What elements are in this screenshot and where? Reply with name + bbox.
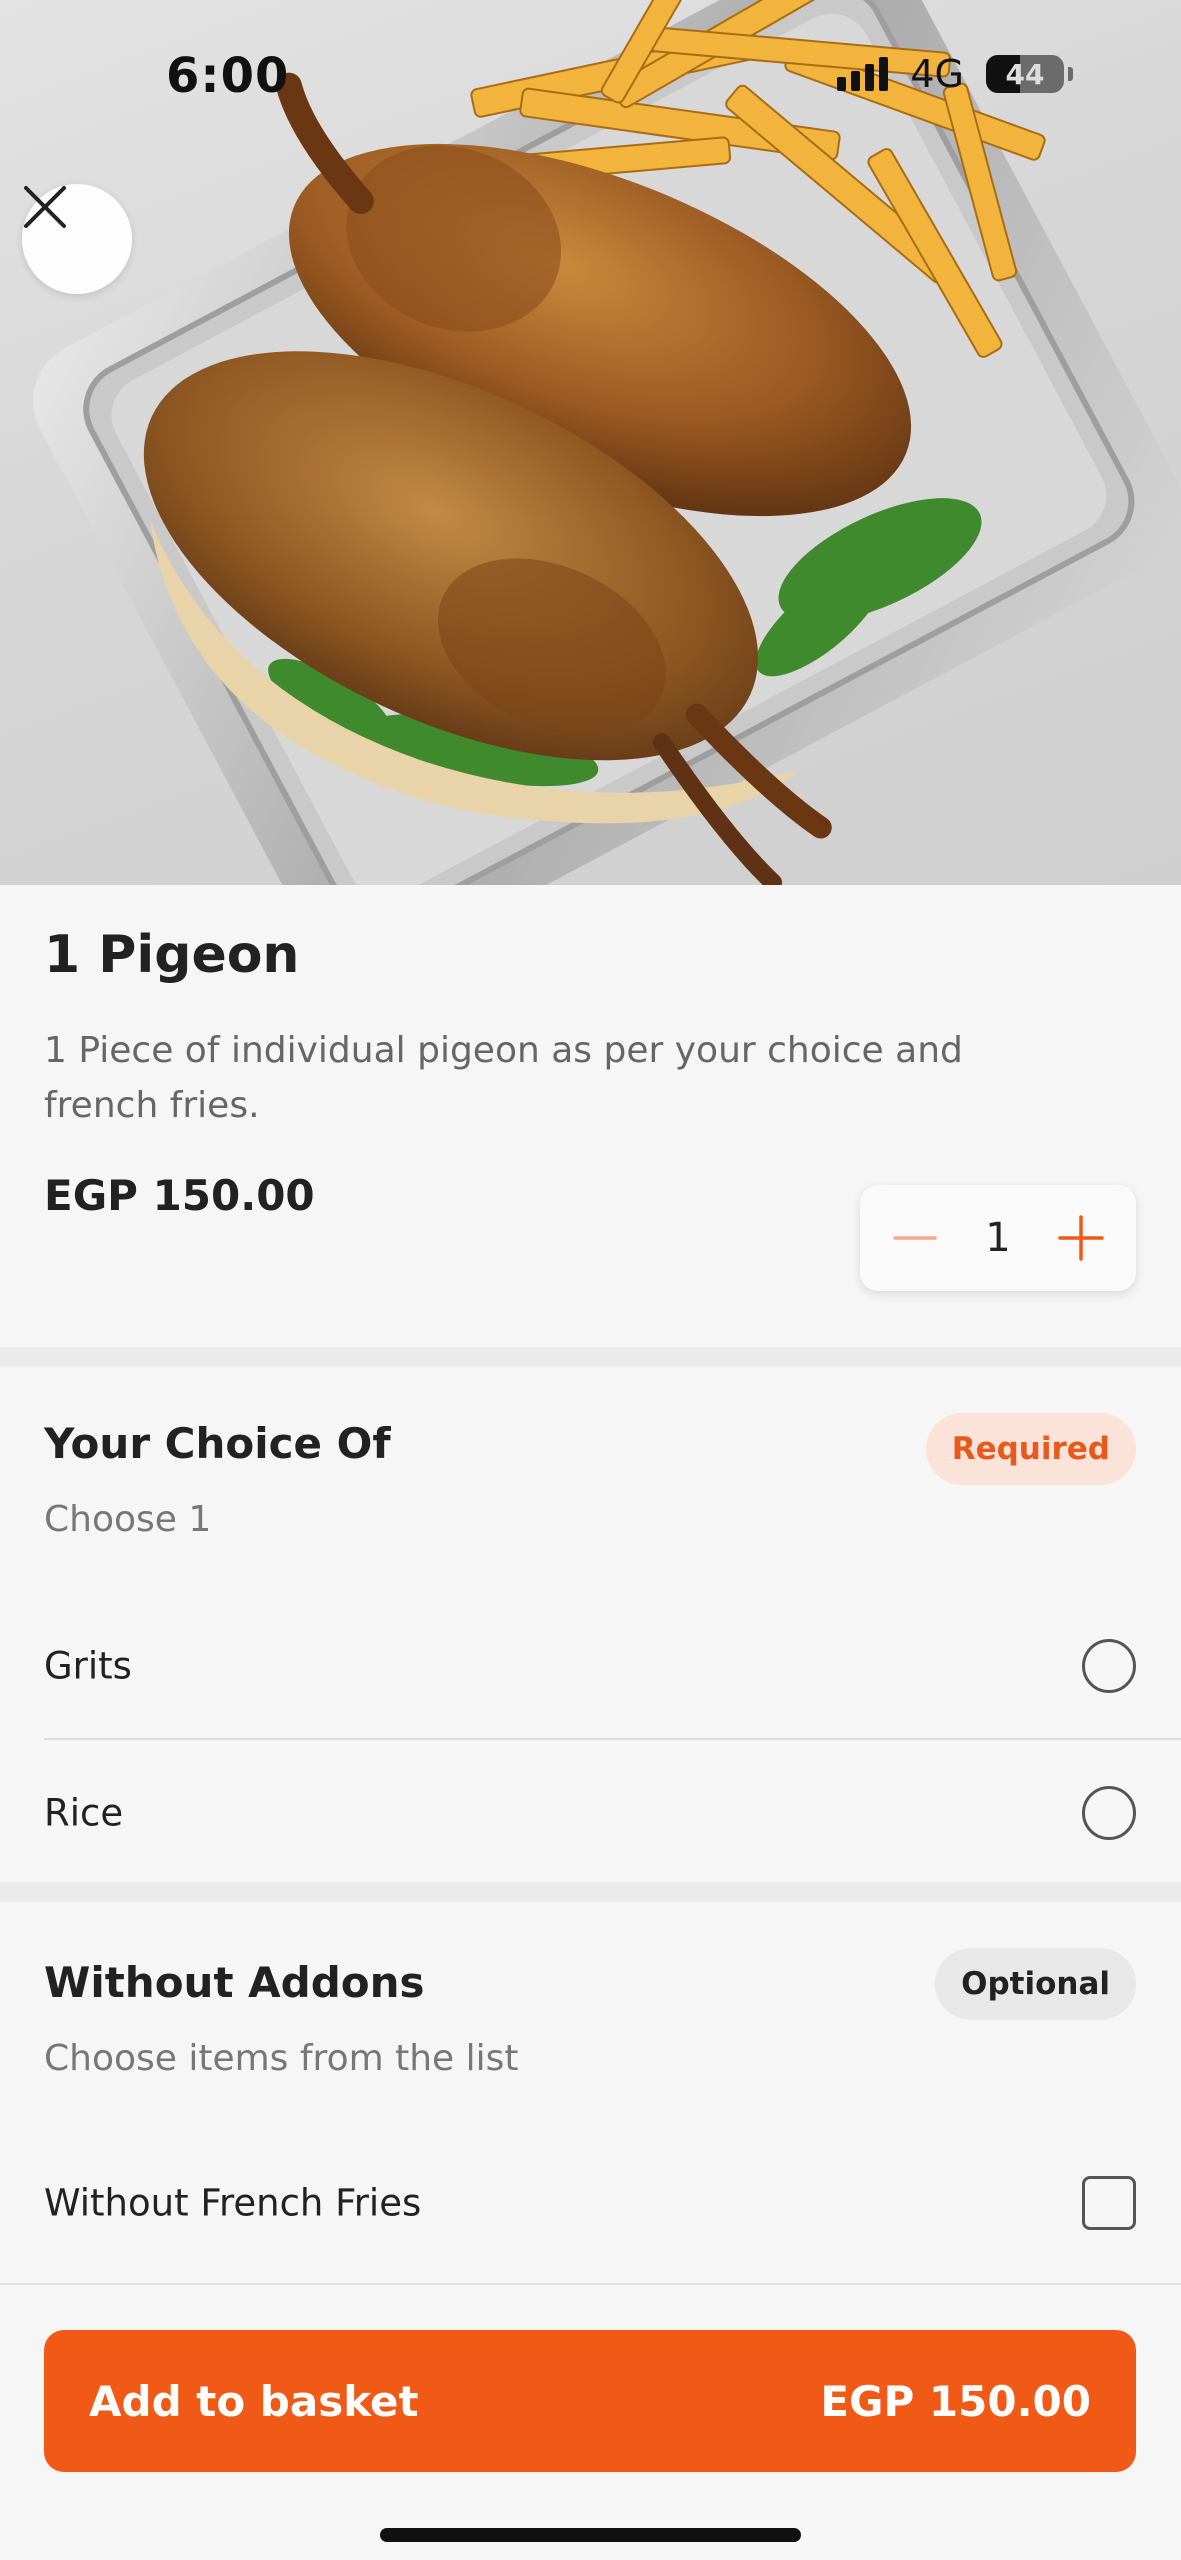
quantity-value: 1	[985, 1215, 1011, 1261]
optional-badge: Optional	[935, 1948, 1136, 2020]
option-row-without-french-fries[interactable]: Without French Fries	[0, 2130, 1181, 2275]
close-icon	[24, 186, 66, 228]
product-description: 1 Piece of individual pigeon as per your…	[44, 1030, 963, 1126]
network-type: 4G	[910, 52, 964, 96]
bottom-bar: Add to basket EGP 150.00	[0, 2283, 1181, 2560]
option-group-without-addons: Without Addons Choose items from the lis…	[0, 1902, 1181, 2283]
minus-icon	[893, 1236, 937, 1240]
add-to-basket-price: EGP 150.00	[820, 2376, 1091, 2426]
product-info: 1 Pigeon 1 Piece of individual pigeon as…	[0, 885, 1181, 1347]
group-subtitle: Choose 1	[44, 1499, 212, 1540]
radio-button[interactable]	[1082, 1785, 1136, 1840]
status-time: 6:00	[166, 48, 290, 104]
battery-icon: 44	[986, 55, 1064, 93]
required-badge: Required	[925, 1413, 1136, 1485]
signal-icon	[837, 57, 889, 91]
status-indicators: 4G 44	[837, 52, 1073, 96]
product-price: EGP 150.00	[44, 1171, 315, 1220]
status-bar: 6:00 4G 44	[0, 0, 1181, 160]
option-label: Grits	[44, 1644, 132, 1687]
product-title: 1 Pigeon	[44, 925, 300, 985]
option-group-your-choice: Your Choice Of Choose 1 Required Grits R…	[0, 1367, 1181, 1882]
product-image: 6:00 4G 44	[0, 0, 1181, 885]
group-title: Your Choice Of	[44, 1419, 391, 1468]
quantity-stepper: 1	[860, 1185, 1136, 1291]
option-row-rice[interactable]: Rice	[0, 1740, 1181, 1885]
add-to-basket-label: Add to basket	[89, 2376, 419, 2426]
home-indicator	[380, 2528, 801, 2542]
battery-tip	[1068, 67, 1073, 81]
option-label: Without French Fries	[44, 2181, 422, 2224]
decrease-quantity-button[interactable]	[890, 1213, 940, 1263]
group-title: Without Addons	[44, 1958, 425, 2007]
option-row-grits[interactable]: Grits	[0, 1593, 1181, 1738]
increase-quantity-button[interactable]	[1056, 1213, 1106, 1263]
radio-button[interactable]	[1082, 1638, 1136, 1693]
checkbox[interactable]	[1082, 2175, 1136, 2230]
plus-icon	[1058, 1215, 1104, 1261]
close-button[interactable]	[22, 184, 132, 294]
option-label: Rice	[44, 1791, 124, 1834]
group-subtitle: Choose items from the list	[44, 2038, 519, 2079]
battery-level: 44	[1005, 57, 1045, 91]
section-divider	[0, 1347, 1181, 1367]
section-divider	[0, 1882, 1181, 1902]
add-to-basket-button[interactable]: Add to basket EGP 150.00	[44, 2330, 1136, 2472]
